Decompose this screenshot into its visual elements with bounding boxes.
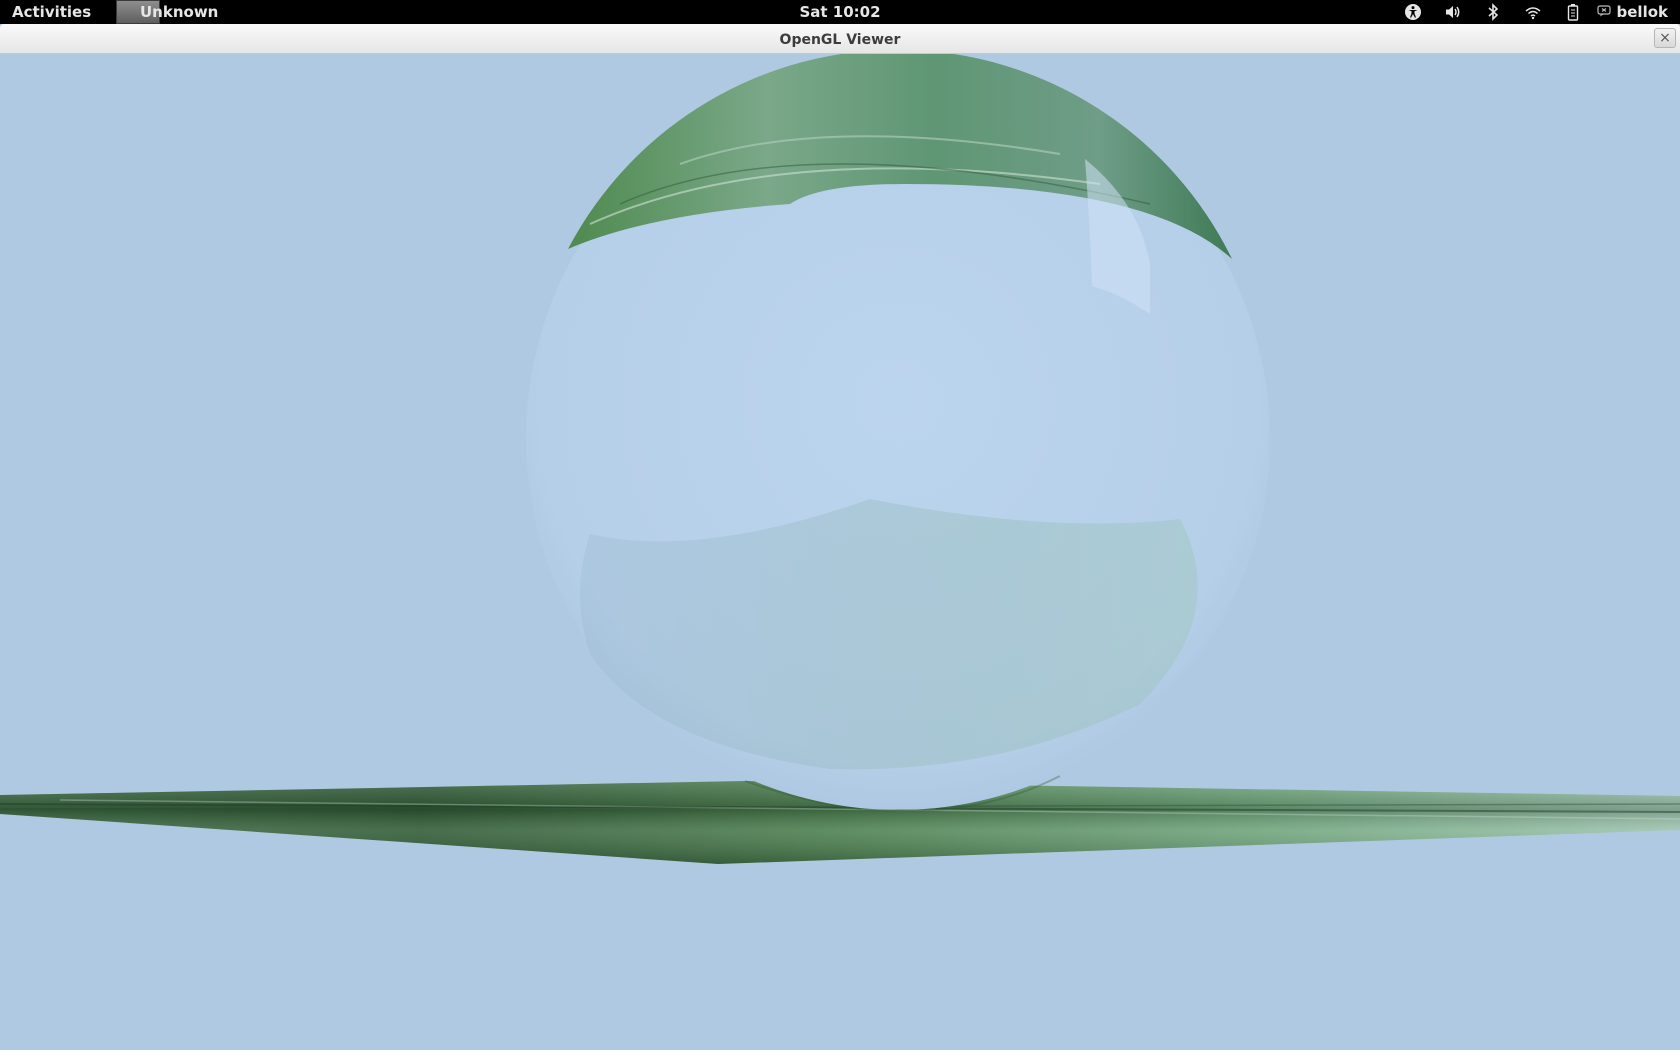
close-icon: ×: [1659, 30, 1671, 46]
top-bar: Activities Unknown Sat 10:02 bellok: [0, 0, 1680, 24]
activities-button[interactable]: Activities: [12, 3, 91, 21]
chat-status-icon: [1596, 3, 1611, 21]
window-title: OpenGL Viewer: [779, 32, 901, 48]
user-menu[interactable]: bellok: [1593, 3, 1680, 21]
clock-label[interactable]: Sat 10:02: [799, 3, 880, 21]
battery-icon[interactable]: [1553, 0, 1593, 24]
user-name: bellok: [1616, 3, 1668, 21]
glass-sphere: [526, 54, 1270, 812]
app-menu-label: Unknown: [140, 3, 219, 21]
accessibility-icon[interactable]: [1393, 0, 1433, 24]
status-area: bellok: [1393, 0, 1680, 24]
bluetooth-icon[interactable]: [1473, 0, 1513, 24]
scene-render: [0, 54, 1680, 864]
wifi-icon[interactable]: [1513, 0, 1553, 24]
app-menu[interactable]: Unknown: [116, 0, 218, 24]
window-titlebar[interactable]: OpenGL Viewer ×: [0, 24, 1680, 54]
close-button[interactable]: ×: [1654, 28, 1676, 48]
gl-viewport[interactable]: [0, 54, 1680, 1050]
volume-icon[interactable]: [1433, 0, 1473, 24]
